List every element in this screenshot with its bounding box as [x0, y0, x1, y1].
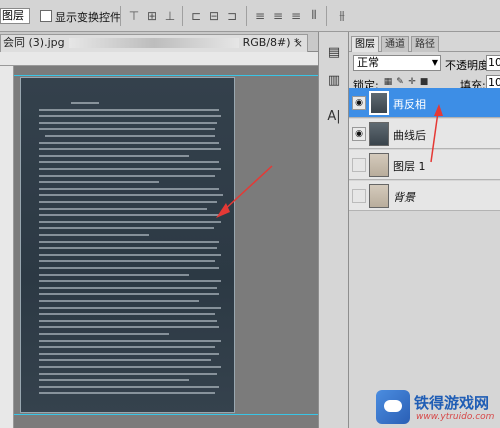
gamepad-logo-icon — [376, 390, 410, 424]
arrow-line — [430, 111, 439, 163]
arrow-head — [434, 104, 443, 116]
character-icon[interactable]: A| — [324, 106, 344, 126]
watermark-url: www.ytruido.com — [416, 412, 495, 422]
auto-align-icon[interactable]: ⫵ — [334, 7, 350, 24]
red-arrow-panel — [430, 104, 443, 163]
arrow-line — [221, 165, 273, 213]
toolbar-separator — [326, 6, 327, 26]
watermark: 铁得游戏网 www.ytruido.com — [376, 388, 500, 428]
watermark-title: 铁得游戏网 — [414, 394, 490, 412]
properties-icon[interactable]: ▥ — [324, 70, 344, 90]
red-arrow-canvas — [216, 165, 273, 218]
collapsed-panel-strip: ▤ ▥ A| — [318, 32, 348, 428]
arrow-head — [216, 203, 230, 218]
layers-panel: 图层 通道 路径 正常 ▼ 不透明度: 100 锁定: ▦ ✎ ✛ ■ 填充: … — [348, 32, 500, 428]
history-icon[interactable]: ▤ — [324, 42, 344, 62]
